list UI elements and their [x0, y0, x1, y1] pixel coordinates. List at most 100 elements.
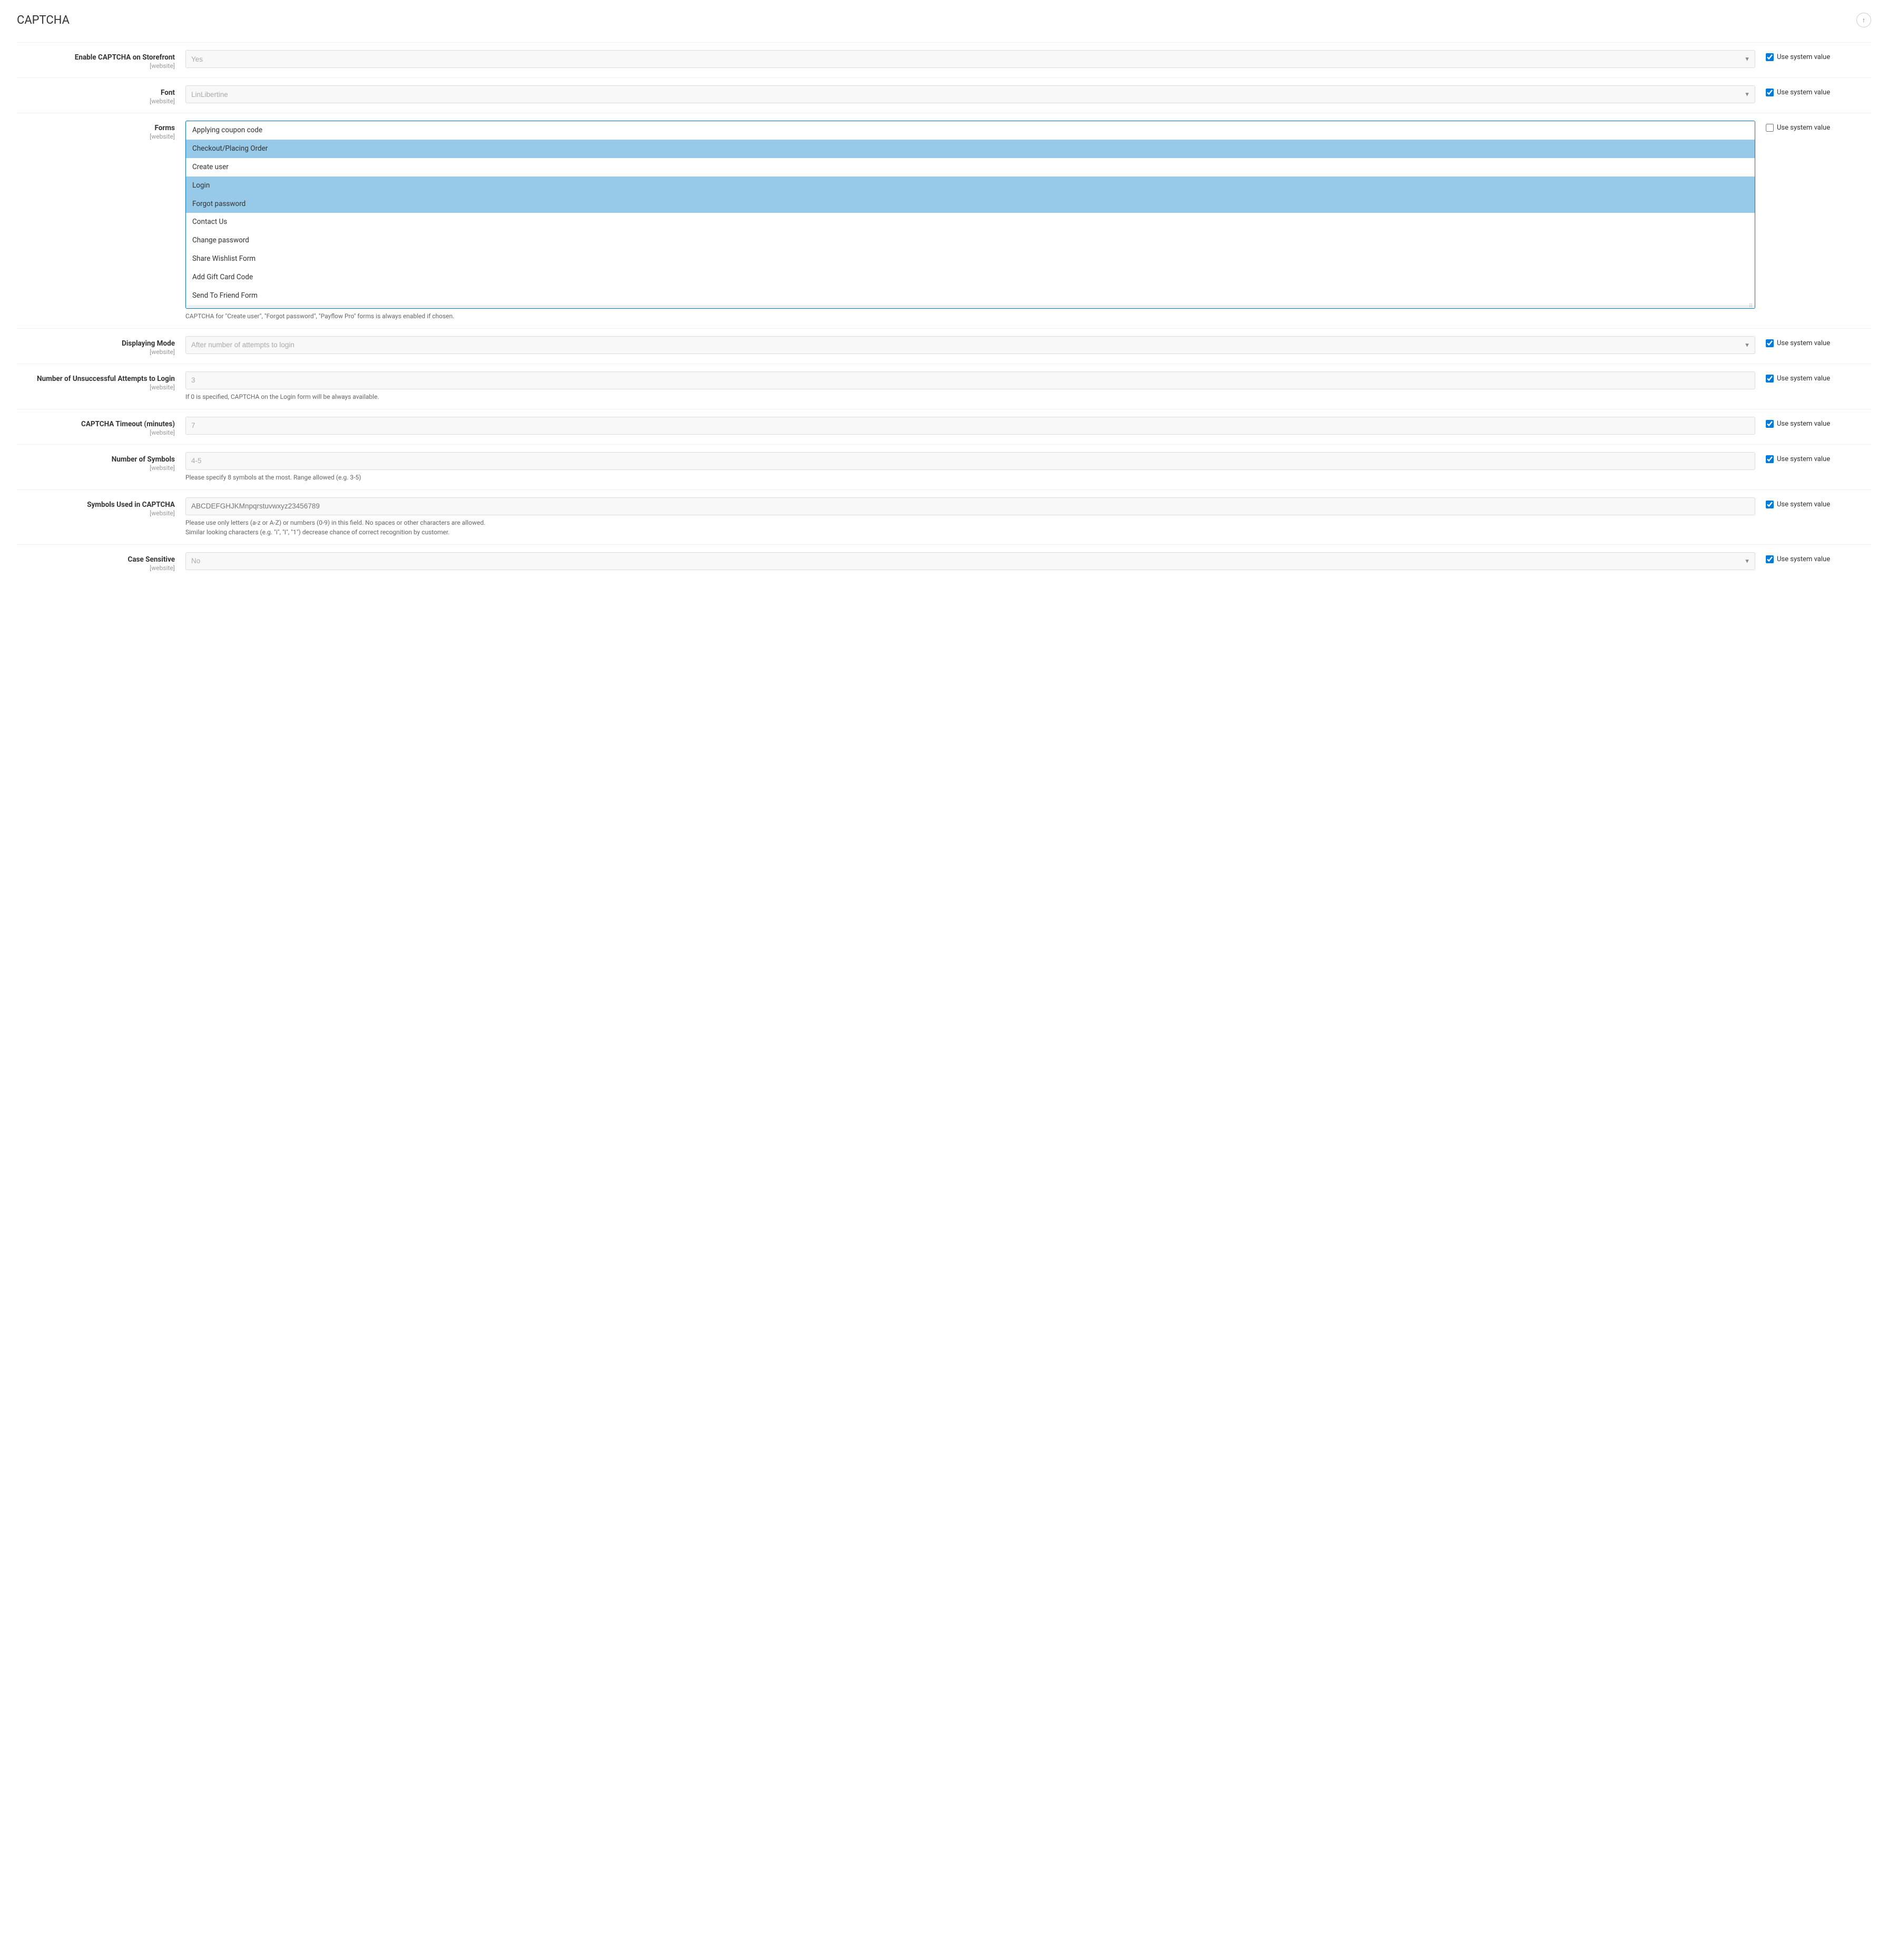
- unsuccessful-attempts-hint: If 0 is specified, CAPTCHA on the Login …: [185, 392, 1755, 401]
- symbols-used-system-value-text: Use system value: [1777, 501, 1830, 508]
- case-sensitive-scope: [website]: [150, 564, 175, 572]
- displaying-mode-label-cell: Displaying Mode [website]: [17, 336, 185, 356]
- enable-captcha-select[interactable]: Yes No: [185, 50, 1755, 68]
- symbols-used-system-value-label[interactable]: Use system value: [1766, 501, 1830, 508]
- collapse-button[interactable]: ↑: [1856, 13, 1871, 27]
- enable-captcha-input-cell: Yes No ▼: [185, 50, 1766, 68]
- forms-option-send-friend[interactable]: Send To Friend Form: [186, 287, 1755, 305]
- unsuccessful-attempts-input[interactable]: [185, 371, 1755, 389]
- captcha-timeout-label: CAPTCHA Timeout (minutes): [17, 420, 175, 428]
- font-scope: [website]: [150, 97, 175, 105]
- forms-option-contact-us[interactable]: Contact Us: [186, 213, 1755, 231]
- forms-option-checkout[interactable]: Checkout/Placing Order: [186, 140, 1755, 158]
- symbols-used-system-value-cell: Use system value: [1766, 497, 1871, 508]
- captcha-timeout-system-value-cell: Use system value: [1766, 417, 1871, 428]
- symbols-used-scope: [website]: [150, 509, 175, 517]
- displaying-mode-row: Displaying Mode [website] After number o…: [17, 328, 1871, 364]
- symbols-used-input-cell: Please use only letters (a-z or A-Z) or …: [185, 497, 1766, 537]
- case-sensitive-system-value-label[interactable]: Use system value: [1766, 555, 1830, 563]
- forms-system-value-checkbox[interactable]: [1766, 124, 1774, 132]
- unsuccessful-attempts-system-value-cell: Use system value: [1766, 371, 1871, 383]
- number-of-symbols-system-value-checkbox[interactable]: [1766, 455, 1774, 463]
- forms-row: Forms [website] Applying coupon code Che…: [17, 113, 1871, 328]
- font-label-cell: Font [website]: [17, 85, 185, 105]
- font-select[interactable]: LinLibertine: [185, 85, 1755, 103]
- font-select-wrapper: LinLibertine ▼: [185, 85, 1755, 103]
- case-sensitive-system-value-cell: Use system value: [1766, 552, 1871, 563]
- page-header: CAPTCHA ↑: [17, 13, 1871, 27]
- forms-scope: [website]: [150, 133, 175, 140]
- forms-system-value-text: Use system value: [1777, 124, 1830, 132]
- forms-option-change-password[interactable]: Change password: [186, 231, 1755, 250]
- symbols-used-hint1: Please use only letters (a-z or A-Z) or …: [185, 518, 1755, 537]
- captcha-timeout-row: CAPTCHA Timeout (minutes) [website] Use …: [17, 409, 1871, 444]
- number-of-symbols-label: Number of Symbols: [17, 455, 175, 464]
- case-sensitive-system-value-checkbox[interactable]: [1766, 555, 1774, 563]
- case-sensitive-system-value-text: Use system value: [1777, 555, 1830, 563]
- forms-option-forgot-password[interactable]: Forgot password: [186, 195, 1755, 213]
- displaying-mode-system-value-text: Use system value: [1777, 339, 1830, 347]
- symbols-used-input[interactable]: [185, 497, 1755, 515]
- case-sensitive-row: Case Sensitive [website] No Yes ▼ Use sy…: [17, 544, 1871, 580]
- font-system-value-label[interactable]: Use system value: [1766, 89, 1830, 96]
- captcha-timeout-system-value-text: Use system value: [1777, 420, 1830, 428]
- number-of-symbols-input[interactable]: [185, 452, 1755, 470]
- number-of-symbols-scope: [website]: [150, 464, 175, 472]
- number-of-symbols-row: Number of Symbols [website] Please speci…: [17, 444, 1871, 489]
- enable-captcha-system-value-label[interactable]: Use system value: [1766, 53, 1830, 61]
- enable-captcha-row: Enable CAPTCHA on Storefront [website] Y…: [17, 42, 1871, 77]
- displaying-mode-label: Displaying Mode: [17, 339, 175, 348]
- captcha-timeout-input[interactable]: [185, 417, 1755, 435]
- enable-captcha-scope: [website]: [150, 62, 175, 70]
- captcha-timeout-system-value-label[interactable]: Use system value: [1766, 420, 1830, 428]
- unsuccessful-attempts-row: Number of Unsuccessful Attempts to Login…: [17, 364, 1871, 409]
- case-sensitive-select-wrapper: No Yes ▼: [185, 552, 1755, 570]
- forms-option-create-user[interactable]: Create user: [186, 158, 1755, 177]
- forms-multi-select[interactable]: Applying coupon code Checkout/Placing Or…: [185, 121, 1755, 309]
- forms-option-applying-coupon[interactable]: Applying coupon code: [186, 121, 1755, 140]
- font-system-value-text: Use system value: [1777, 89, 1830, 96]
- number-of-symbols-label-cell: Number of Symbols [website]: [17, 452, 185, 472]
- forms-option-share-wishlist[interactable]: Share Wishlist Form: [186, 250, 1755, 268]
- case-sensitive-select[interactable]: No Yes: [185, 552, 1755, 570]
- displaying-mode-select[interactable]: After number of attempts to login Always: [185, 336, 1755, 354]
- symbols-used-system-value-checkbox[interactable]: [1766, 501, 1774, 508]
- forms-hint: CAPTCHA for "Create user", "Forgot passw…: [185, 311, 1755, 321]
- forms-option-login[interactable]: Login: [186, 177, 1755, 195]
- forms-label-cell: Forms [website]: [17, 121, 185, 141]
- unsuccessful-attempts-system-value-checkbox[interactable]: [1766, 375, 1774, 383]
- number-of-symbols-system-value-text: Use system value: [1777, 455, 1830, 463]
- captcha-timeout-system-value-checkbox[interactable]: [1766, 420, 1774, 428]
- enable-captcha-system-value-cell: Use system value: [1766, 50, 1871, 61]
- forms-option-gift-card[interactable]: Add Gift Card Code: [186, 268, 1755, 287]
- font-system-value-checkbox[interactable]: [1766, 89, 1774, 96]
- forms-resize-handle[interactable]: ⠿: [186, 305, 1755, 308]
- forms-input-cell: Applying coupon code Checkout/Placing Or…: [185, 121, 1766, 321]
- number-of-symbols-input-cell: Please specify 8 symbols at the most. Ra…: [185, 452, 1766, 482]
- displaying-mode-system-value-label[interactable]: Use system value: [1766, 339, 1830, 347]
- font-row: Font [website] LinLibertine ▼ Use system…: [17, 77, 1871, 113]
- forms-label: Forms: [17, 124, 175, 132]
- case-sensitive-label-cell: Case Sensitive [website]: [17, 552, 185, 572]
- case-sensitive-label: Case Sensitive: [17, 555, 175, 564]
- font-system-value-cell: Use system value: [1766, 85, 1871, 96]
- font-input-cell: LinLibertine ▼: [185, 85, 1766, 103]
- displaying-mode-system-value-checkbox[interactable]: [1766, 339, 1774, 347]
- page-title: CAPTCHA: [17, 14, 70, 27]
- symbols-used-label: Symbols Used in CAPTCHA: [17, 501, 175, 509]
- enable-captcha-label-cell: Enable CAPTCHA on Storefront [website]: [17, 50, 185, 70]
- captcha-timeout-label-cell: CAPTCHA Timeout (minutes) [website]: [17, 417, 185, 437]
- enable-captcha-system-value-text: Use system value: [1777, 53, 1830, 61]
- displaying-mode-scope: [website]: [150, 348, 175, 356]
- forms-system-value-label[interactable]: Use system value: [1766, 124, 1830, 132]
- captcha-timeout-input-cell: [185, 417, 1766, 435]
- displaying-mode-system-value-cell: Use system value: [1766, 336, 1871, 347]
- unsuccessful-attempts-system-value-label[interactable]: Use system value: [1766, 375, 1830, 383]
- number-of-symbols-system-value-label[interactable]: Use system value: [1766, 455, 1830, 463]
- enable-captcha-system-value-checkbox[interactable]: [1766, 53, 1774, 61]
- unsuccessful-attempts-label: Number of Unsuccessful Attempts to Login: [17, 375, 175, 383]
- captcha-timeout-scope: [website]: [150, 429, 175, 436]
- unsuccessful-attempts-label-cell: Number of Unsuccessful Attempts to Login…: [17, 371, 185, 391]
- case-sensitive-input-cell: No Yes ▼: [185, 552, 1766, 570]
- forms-system-value-cell: Use system value: [1766, 121, 1871, 132]
